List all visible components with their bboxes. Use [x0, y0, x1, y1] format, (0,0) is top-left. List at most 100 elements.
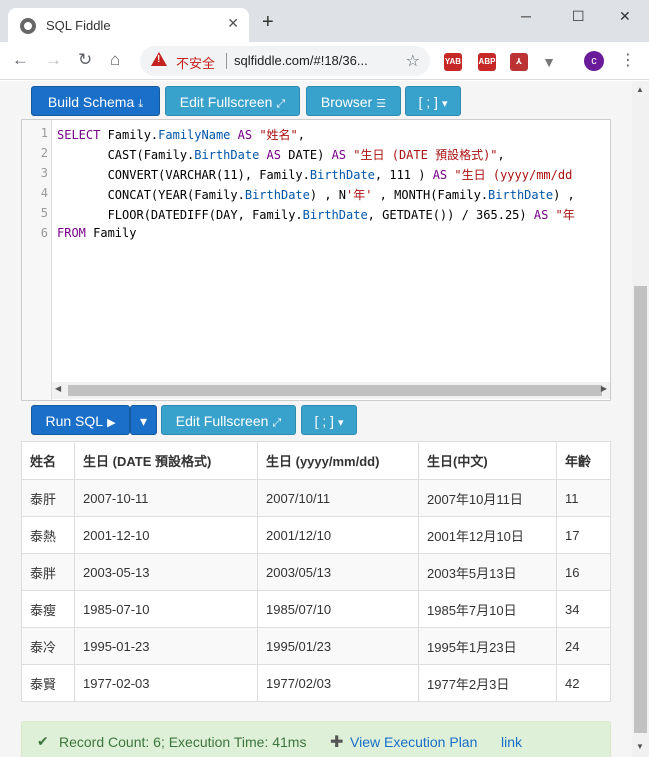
table-cell: 泰熱 [21, 516, 75, 554]
table-cell: 2003/05/13 [257, 553, 419, 591]
query-delimiter-dropdown[interactable]: [ ; ] ▾ [301, 405, 357, 435]
line-number: 1 [40, 126, 48, 140]
table-cell: 1977/02/03 [257, 664, 419, 702]
table-row: 泰賢 1977-02-03 1977/02/03 1977年2月3日 42 [21, 664, 611, 702]
record-count-text: Record Count: 6; Execution Time: 41ms [59, 734, 307, 750]
table-cell: 11 [556, 479, 611, 517]
editor-scroll-thumb[interactable] [68, 385, 602, 396]
schema-delimiter-label: [ ; ] [418, 94, 438, 110]
table-cell: 1995/01/23 [257, 627, 419, 665]
table-row: 泰熱 2001-12-10 2001/12/10 2001年12月10日 17 [21, 516, 611, 554]
permalink-link[interactable]: link [501, 734, 522, 750]
page-vertical-scrollbar[interactable]: ▲ ▼ [632, 81, 649, 757]
table-cell: 24 [556, 627, 611, 665]
insecure-label[interactable]: 不安全 [176, 53, 215, 72]
page-scroll-thumb[interactable] [634, 286, 647, 733]
run-sql-button[interactable]: Run SQL ▶ [31, 405, 130, 435]
code-line-3[interactable]: CONVERT(VARCHAR(11), Family.BirthDate, 1… [57, 166, 573, 183]
adblock-extension-icon[interactable]: ABP [478, 53, 496, 71]
execution-status: ✔ Record Count: 6; Execution Time: 41ms … [21, 721, 611, 757]
table-cell: 1985年7月10日 [418, 590, 557, 628]
profile-avatar[interactable]: c [584, 51, 604, 71]
window-close-icon[interactable]: ✕ [619, 8, 631, 25]
title-bar: SQL Fiddle ✕ + ─ ☐ ✕ [0, 0, 649, 42]
scroll-down-icon[interactable]: ▼ [636, 742, 644, 751]
line-number-gutter: 1 2 3 4 5 6 [22, 120, 52, 400]
url-text[interactable]: sqlfiddle.com/#!18/36... [234, 53, 368, 68]
code-line-2[interactable]: CAST(Family.BirthDate AS DATE) AS "生日 (D… [57, 146, 505, 163]
table-cell: 16 [556, 553, 611, 591]
expand-icon: ⤢ [272, 417, 282, 429]
table-cell: 1995-01-23 [74, 627, 258, 665]
vue-extension-icon[interactable]: ▼ [540, 53, 558, 71]
line-number: 3 [40, 166, 48, 180]
column-header: 年齡 [556, 441, 611, 480]
build-schema-label: Build Schema [47, 94, 135, 110]
scroll-left-icon[interactable]: ◀ [55, 384, 61, 393]
browser-tab[interactable]: SQL Fiddle ✕ [8, 8, 249, 42]
run-sql-label: Run SQL [45, 413, 104, 429]
column-header: 姓名 [21, 441, 75, 480]
table-cell: 2003年5月13日 [418, 553, 557, 591]
sql-editor[interactable]: 1 2 3 4 5 6 SELECT Family.FamilyName AS … [21, 119, 611, 401]
table-cell: 2001年12月10日 [418, 516, 557, 554]
download-icon: ⤓ [138, 98, 144, 110]
edit-fullscreen-label: Edit Fullscreen [175, 413, 269, 429]
scroll-up-icon[interactable]: ▲ [636, 85, 644, 94]
reload-icon[interactable]: ↻ [78, 50, 92, 70]
table-cell: 42 [556, 664, 611, 702]
scroll-right-icon[interactable]: ▶ [601, 384, 607, 393]
new-tab-button[interactable]: + [262, 12, 274, 32]
line-number: 4 [40, 186, 48, 200]
table-cell: 泰賢 [21, 664, 75, 702]
table-cell: 34 [556, 590, 611, 628]
schema-delimiter-dropdown[interactable]: [ ; ] ▾ [405, 86, 461, 116]
view-execution-plan-link[interactable]: View Execution Plan [350, 734, 477, 750]
more-menu-icon[interactable]: ⋮ [620, 51, 636, 71]
table-row: 泰胖 2003-05-13 2003/05/13 2003年5月13日 16 [21, 553, 611, 591]
home-icon[interactable]: ⌂ [110, 50, 120, 70]
table-cell: 2007/10/11 [257, 479, 419, 517]
caret-down-icon: ▾ [441, 98, 448, 110]
back-icon[interactable]: ← [12, 50, 29, 70]
code-line-5[interactable]: FLOOR(DATEDIFF(DAY, Family.BirthDate, GE… [57, 206, 575, 223]
line-number: 6 [40, 226, 48, 240]
bookmark-star-icon[interactable]: ☆ [406, 51, 420, 71]
editor-horizontal-scrollbar[interactable]: ◀ ▶ [52, 382, 610, 399]
edit-fullscreen-schema-button[interactable]: Edit Fullscreen ⤢ [165, 86, 300, 116]
table-header-row: 姓名 生日 (DATE 預設格式) 生日 (yyyy/mm/dd) 生日(中文)… [21, 441, 611, 480]
browser-label: Browser [320, 94, 373, 110]
table-cell: 1985/07/10 [257, 590, 419, 628]
query-delimiter-label: [ ; ] [314, 413, 334, 429]
table-cell: 17 [556, 516, 611, 554]
forward-icon[interactable]: → [45, 50, 62, 70]
column-header: 生日 (DATE 預設格式) [74, 441, 258, 480]
sqlfiddle-favicon-icon [20, 18, 36, 34]
tab-title: SQL Fiddle [46, 18, 111, 33]
code-line-1[interactable]: SELECT Family.FamilyName AS "姓名", [57, 126, 305, 143]
column-header: 生日 (yyyy/mm/dd) [257, 441, 419, 480]
column-header: 生日(中文) [418, 441, 557, 480]
browser-toolbar: ← → ↻ ⌂ 不安全 sqlfiddle.com/#!18/36... ☆ Y… [0, 42, 649, 80]
tab-close-icon[interactable]: ✕ [227, 15, 239, 32]
table-row: 泰瘦 1985-07-10 1985/07/10 1985年7月10日 34 [21, 590, 611, 628]
maximize-icon[interactable]: ☐ [572, 8, 585, 25]
minimize-icon[interactable]: ─ [521, 8, 531, 24]
plus-icon[interactable]: ✚ [330, 732, 343, 752]
table-cell: 2007年10月11日 [418, 479, 557, 517]
code-line-6[interactable]: FROM Family [57, 226, 136, 240]
yab-extension-icon[interactable]: YAB [444, 53, 462, 71]
pdf-extension-icon[interactable]: ⅄ [510, 53, 528, 71]
browser-button[interactable]: Browser ☰ [306, 86, 401, 116]
table-cell: 1995年1月23日 [418, 627, 557, 665]
results-table: 姓名 生日 (DATE 預設格式) 生日 (yyyy/mm/dd) 生日(中文)… [21, 441, 611, 702]
edit-fullscreen-query-button[interactable]: Edit Fullscreen ⤢ [161, 405, 296, 435]
run-sql-dropdown[interactable]: ▾ [130, 405, 157, 435]
build-schema-button[interactable]: Build Schema ⤓ [31, 86, 160, 116]
warning-icon[interactable] [151, 52, 167, 66]
table-cell: 泰瘦 [21, 590, 75, 628]
table-cell: 泰肝 [21, 479, 75, 517]
address-bar[interactable]: 不安全 sqlfiddle.com/#!18/36... ☆ [140, 46, 430, 76]
code-line-4[interactable]: CONCAT(YEAR(Family.BirthDate) , N'年' , M… [57, 186, 575, 203]
table-cell: 2003-05-13 [74, 553, 258, 591]
